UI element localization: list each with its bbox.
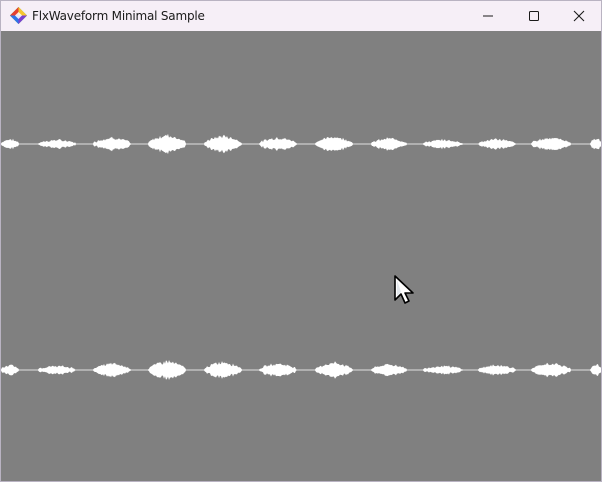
mouse-pointer-icon [394,275,414,304]
close-icon [573,10,585,22]
waveform-channel-right [1,360,601,380]
waveform-channel-left [1,133,601,155]
minimize-button[interactable] [465,1,511,31]
minimize-icon [483,15,493,17]
maximize-button[interactable] [511,1,557,31]
waveform-display [1,133,601,380]
app-window: FlxWaveform Minimal Sample [0,0,602,482]
title-bar[interactable]: FlxWaveform Minimal Sample [1,1,601,31]
waveform-canvas[interactable] [1,31,601,481]
haxeflixel-logo-icon [10,7,27,24]
close-button[interactable] [556,1,601,31]
window-title: FlxWaveform Minimal Sample [32,9,205,23]
maximize-icon [529,11,539,21]
waveform-shape [1,133,601,155]
waveform-shape [1,360,601,380]
